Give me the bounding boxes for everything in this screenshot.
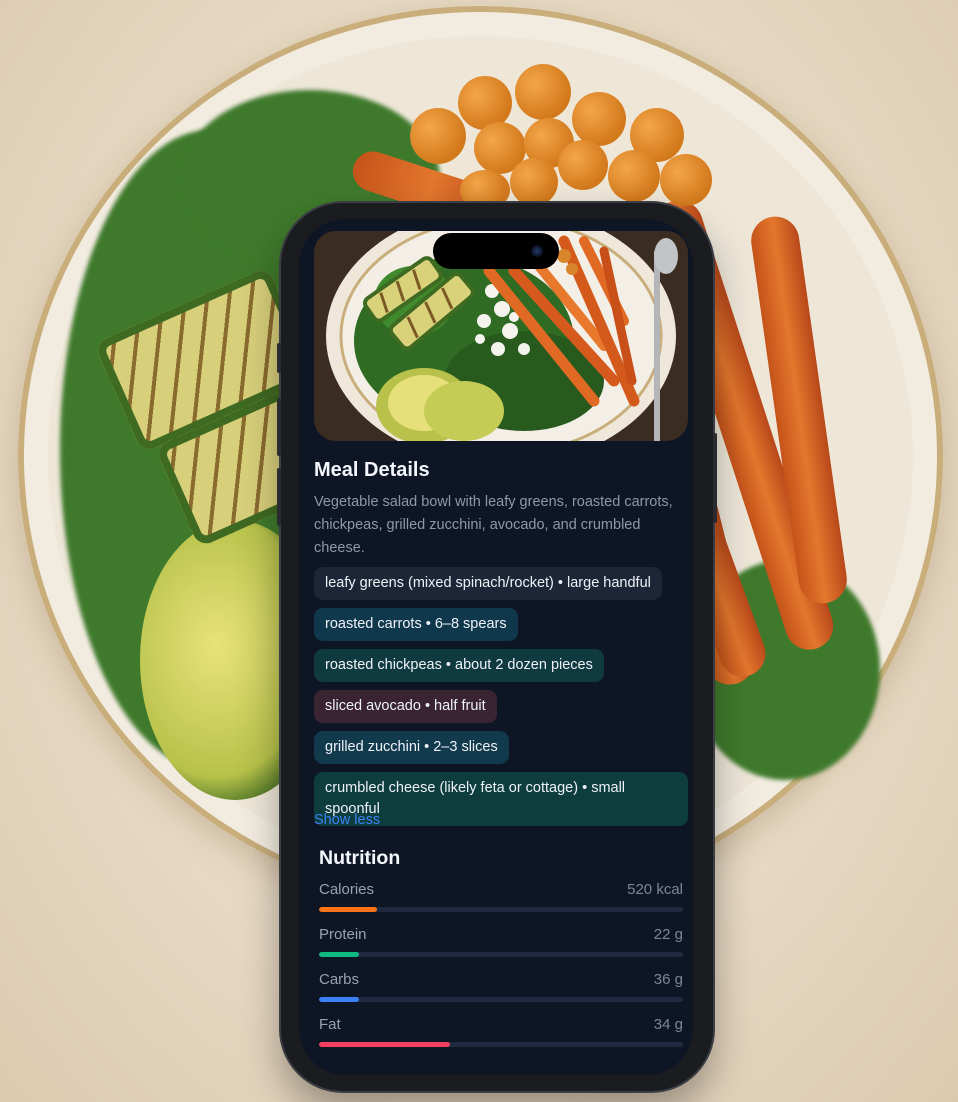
nutrition-title: Nutrition (319, 847, 401, 869)
meal-details-title: Meal Details (314, 459, 430, 481)
ingredient-list: leafy greens (mixed spinach/rocket) • la… (314, 567, 688, 834)
nutrient-value: 520 kcal (627, 881, 683, 898)
ingredient-chip[interactable]: sliced avocado • half fruit (314, 690, 497, 723)
nutrient-progress-track (319, 1042, 683, 1047)
nutrition-row-fat: Fat 34 g (319, 1016, 683, 1056)
ingredient-chip[interactable]: grilled zucchini • 2–3 slices (314, 731, 509, 764)
background-chickpea (608, 150, 660, 202)
nutrient-label: Carbs (319, 971, 360, 988)
nutrient-label: Fat (319, 1016, 341, 1033)
nutrition-row-calories: Calories 520 kcal (319, 881, 683, 921)
nutrient-progress-track (319, 907, 683, 912)
background-chickpea (572, 92, 626, 146)
nutrient-progress-track (319, 952, 683, 957)
nutrient-value: 34 g (653, 1016, 683, 1033)
show-less-link[interactable]: Show less (314, 812, 380, 828)
background-chickpea (660, 154, 712, 206)
ingredient-chip[interactable]: roasted carrots • 6–8 spears (314, 608, 518, 641)
ingredient-chip[interactable]: roasted chickpeas • about 2 dozen pieces (314, 649, 604, 682)
nutrient-progress-fill (319, 997, 360, 1002)
nutrient-progress-track (319, 997, 683, 1002)
volume-up-button (277, 398, 281, 456)
nutrient-label: Calories (319, 881, 375, 898)
phone-frame: Meal Details Vegetable salad bowl with l… (277, 203, 717, 1091)
volume-down-button (277, 468, 281, 526)
power-button (713, 433, 717, 523)
meal-description: Vegetable salad bowl with leafy greens, … (314, 494, 673, 556)
nutrient-label: Protein (319, 926, 367, 943)
background-chickpea (510, 158, 558, 206)
nutrient-value: 36 g (653, 971, 683, 988)
nutrient-progress-fill (319, 1042, 451, 1047)
background-chickpea (515, 64, 571, 120)
phone-screen: Meal Details Vegetable salad bowl with l… (299, 219, 693, 1075)
nutrient-progress-fill (319, 907, 378, 912)
background-chickpea (410, 108, 466, 164)
nutrition-row-carbs: Carbs 36 g (319, 971, 683, 1011)
background-chickpea (558, 140, 608, 190)
nutrition-row-protein: Protein 22 g (319, 926, 683, 966)
dynamic-island (433, 233, 559, 269)
action-button (277, 343, 281, 373)
ingredient-chip[interactable]: leafy greens (mixed spinach/rocket) • la… (314, 567, 662, 600)
nutrient-progress-fill (319, 952, 360, 957)
camera-icon (531, 245, 543, 257)
nutrient-value: 22 g (653, 926, 683, 943)
